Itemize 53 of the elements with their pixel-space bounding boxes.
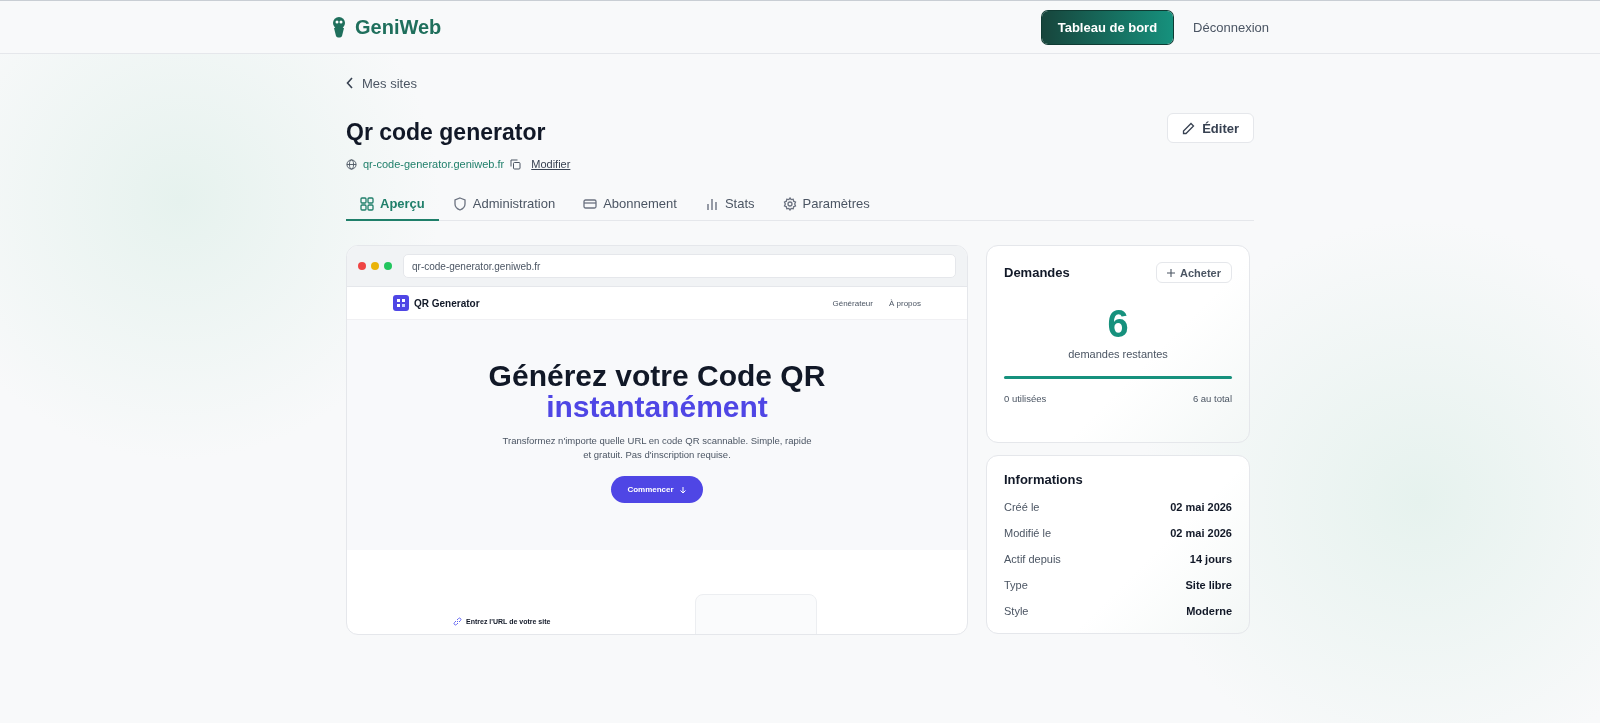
site-url-link[interactable]: qr-code-generator.geniweb.fr <box>363 158 505 170</box>
card-title: Informations <box>1004 472 1084 487</box>
requests-count: 6 <box>1106 303 1130 346</box>
edit-button[interactable]: Éditer <box>1167 113 1254 143</box>
total-count: 6 au total <box>1192 393 1232 404</box>
info-value: 14 jours <box>1189 553 1232 565</box>
info-label: Créé le <box>1004 501 1040 513</box>
chevron-left-icon <box>346 77 354 89</box>
address-bar: qr-code-generator.geniweb.fr <box>403 254 956 278</box>
card-icon <box>583 196 598 211</box>
requests-label: demandes restantes <box>1067 348 1169 360</box>
info-label: Actif depuis <box>1004 553 1061 565</box>
preview-brand: QR Generator <box>414 297 480 309</box>
tab[interactable]: Administration <box>438 196 570 221</box>
qr-logo-icon <box>393 295 409 311</box>
buy-button[interactable]: Acheter <box>1156 262 1232 283</box>
brand-name: GeniWeb <box>355 15 442 39</box>
window-dot <box>384 262 392 270</box>
info-label: Type <box>1004 579 1028 591</box>
shield-icon <box>452 196 467 211</box>
link-icon <box>453 617 462 626</box>
tab[interactable]: Stats <box>690 196 769 221</box>
plus-icon <box>1167 268 1176 277</box>
modify-link[interactable]: Modifier <box>531 158 571 170</box>
info-value: 02 mai 2026 <box>1170 527 1232 539</box>
tab[interactable]: Aperçu <box>346 196 439 221</box>
dashboard-button[interactable]: Tableau de bord <box>1041 10 1174 44</box>
info-label: Style <box>1004 605 1029 617</box>
globe-icon <box>346 158 357 170</box>
card-title: Demandes <box>1004 265 1070 280</box>
preview-cta: Commencer <box>611 476 703 503</box>
back-link[interactable]: Mes sites <box>346 75 417 91</box>
settings-icon <box>782 196 797 211</box>
info-value: Site libre <box>1185 579 1232 591</box>
preview-headline: Générez votre Code QR <box>488 360 826 391</box>
logout-link[interactable]: Déconnexion <box>1193 19 1269 35</box>
window-dot <box>371 262 379 270</box>
info-value: 02 mai 2026 <box>1170 501 1232 513</box>
tab[interactable]: Paramètres <box>768 196 884 221</box>
logo-icon <box>331 16 347 38</box>
bar-chart-icon <box>704 196 719 211</box>
used-count: 0 utilisées <box>1004 393 1047 404</box>
arrow-down-icon <box>678 485 687 494</box>
info-label: Modifié le <box>1004 527 1052 539</box>
window-dot <box>358 262 366 270</box>
info-value: Moderne <box>1186 605 1232 617</box>
grid-icon <box>360 196 374 211</box>
preview-subtitle: Transformez n'importe quelle URL en code QR scannable. Simple, rapide et gratuit. Pas d'inscription requise. <box>502 434 812 462</box>
tab[interactable]: Abonnement <box>569 196 691 221</box>
pencil-icon <box>1182 121 1196 135</box>
site-title: Qr code generator <box>346 119 546 146</box>
copy-icon[interactable] <box>510 158 522 170</box>
preview-headline-accent: instantanément <box>546 391 768 422</box>
